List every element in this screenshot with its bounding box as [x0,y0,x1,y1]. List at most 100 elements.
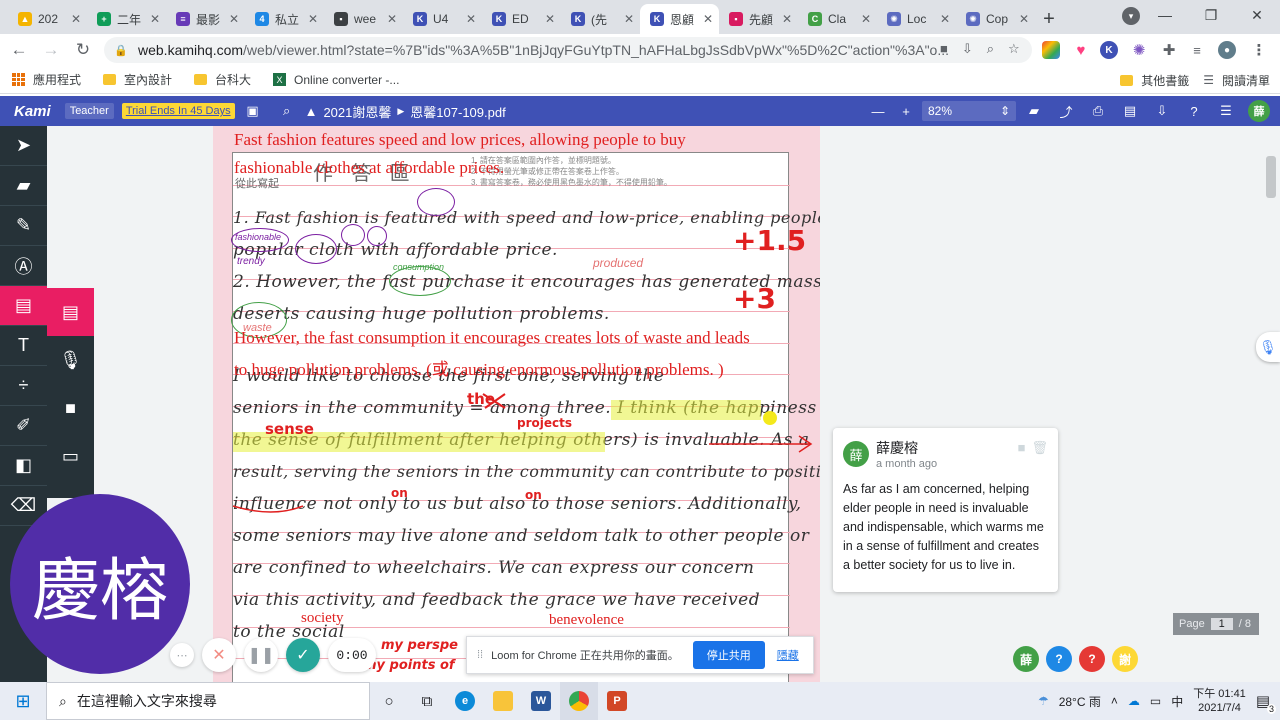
chrome-icon[interactable] [560,682,598,720]
search-icon[interactable]: ⌕ [987,41,994,57]
browser-tab[interactable]: + 二年 ✕ [87,4,166,34]
taskbar-search[interactable]: ⌕ 在這裡輸入文字來搜尋 [46,682,370,720]
breadcrumb-folder[interactable]: 2021謝恩馨 [323,102,391,121]
pause-icon[interactable]: ❚❚ [244,638,278,672]
close-icon[interactable]: ✕ [1234,0,1280,30]
back-icon[interactable]: ← [6,37,32,63]
forward-icon[interactable]: → [38,37,64,63]
text-markup-tool-icon[interactable]: Ⓐ [0,246,47,286]
equation-tool-icon[interactable]: ÷ [0,366,47,406]
cancel-recording-icon[interactable]: ✕ [202,638,236,672]
powerpoint-icon[interactable]: P [598,682,636,720]
bookmark-folder-interior[interactable]: 室內設計 [103,71,172,88]
reading-list[interactable]: ☰ 閱讀清單 [1203,72,1270,89]
share-icon[interactable]: ⤴ [1056,101,1076,121]
collaborator-avatar[interactable]: ? [1046,646,1072,672]
extension-loom-icon[interactable]: ✺ [1130,41,1148,59]
tab-close-icon[interactable]: ✕ [782,12,792,26]
camera-icon[interactable]: ■ [940,41,948,57]
bookmark-star-icon[interactable]: ☆ [1008,41,1020,57]
browser-tab[interactable]: ≡ 最影 ✕ [166,4,245,34]
chevron-up-icon[interactable]: ˄ [1111,694,1118,708]
zoom-out-icon[interactable]: — [868,101,888,121]
comment-tool-icon[interactable]: ▤ [0,286,47,326]
browser-tab[interactable]: K ED ✕ [482,4,561,34]
bookmark-online-converter[interactable]: X Online converter -... [273,73,399,87]
clock[interactable]: 下午 01:41 2021/7/4 [1193,687,1246,715]
onedrive-icon[interactable]: ☁ [1128,694,1140,708]
breadcrumb-file[interactable]: 恩馨107-109.pdf [410,102,505,121]
edit-icon[interactable]: ■ [1018,440,1026,456]
browser-tab[interactable]: ✺ Loc ✕ [877,4,956,34]
install-icon[interactable]: ⇩ [962,41,973,57]
tab-close-icon[interactable]: ✕ [71,12,81,26]
browser-tab[interactable]: K U4 ✕ [403,4,482,34]
search-icon[interactable]: ⌕ [277,101,297,121]
tab-close-icon[interactable]: ✕ [229,12,239,26]
minimize-icon[interactable]: — [1142,0,1188,30]
edge-icon[interactable]: e [446,682,484,720]
presenter-bubble[interactable]: 慶榕 [10,494,190,674]
sidebar-toggle-icon[interactable]: ▣ [243,101,263,121]
extension-kami-icon[interactable]: K [1100,41,1118,59]
word-icon[interactable]: W [522,682,560,720]
dictionary-tool-icon[interactable]: ▰ [0,166,47,206]
download-icon[interactable]: ⇩ [1152,101,1172,121]
hide-link[interactable]: 隱藏 [777,647,799,663]
tab-close-icon[interactable]: ✕ [545,12,555,26]
browser-tab[interactable]: ✺ Cop ✕ [956,4,1035,34]
browser-tab[interactable]: 4 私立 ✕ [245,4,324,34]
url-field[interactable]: 🔒 web.kamihq.com/web/viewer.html?state=%… [104,37,1032,63]
more-icon[interactable]: ⋯ [170,643,194,667]
network-icon[interactable]: ▭ [1150,694,1161,708]
trial-link[interactable]: Trial Ends In 45 Days [121,103,235,119]
bookmark-other[interactable]: 其他書籤 [1120,72,1189,89]
menu-kebab-icon[interactable]: ⋮ [1250,41,1268,59]
screen-comment-icon[interactable]: ▭ [47,432,94,480]
restore-icon[interactable]: ❐ [1188,0,1234,30]
profile-avatar[interactable]: ● [1218,41,1236,59]
media-icon[interactable]: ≡ [1188,41,1206,59]
text-tool-icon[interactable]: T [0,326,47,366]
bookmark-apps[interactable]: 應用程式 [12,71,81,88]
collaborator-avatar[interactable]: 謝 [1112,646,1138,672]
page-input[interactable]: 1 [1210,618,1233,630]
tab-search-icon[interactable]: ▾ [1122,7,1140,25]
browser-tab[interactable]: C Cla ✕ [798,4,877,34]
tab-close-icon[interactable]: ✕ [466,12,476,26]
extension-rainbow-icon[interactable] [1042,41,1060,59]
tab-close-icon[interactable]: ✕ [940,12,950,26]
cortana-icon[interactable]: ○ [370,682,408,720]
print-icon[interactable]: ⎙ [1088,101,1108,121]
folder-open-icon[interactable]: ▰ [1024,101,1044,121]
collaborator-avatar[interactable]: ? [1079,646,1105,672]
browser-tab[interactable]: ▪ 先顧 ✕ [719,4,798,34]
windows-start-icon[interactable]: ⊞ [0,682,46,720]
shapes-tool-icon[interactable]: ◧ [0,446,47,486]
drawing-tool-icon[interactable]: ✐ [0,406,47,446]
tab-close-icon[interactable]: ✕ [624,12,634,26]
tab-close-icon[interactable]: ✕ [150,12,160,26]
user-avatar[interactable]: 薛 [1248,100,1270,122]
pdf-page[interactable]: 作 答 區 從此寫起 1. 請在答案區範圍內作答，並標明題號。 2. 不得用螢光… [213,126,820,682]
browser-tab[interactable]: K (先 ✕ [561,4,640,34]
tab-close-icon[interactable]: ✕ [703,12,713,26]
browser-tab[interactable]: ▪ wee ✕ [324,4,403,34]
ime-indicator[interactable]: 中 [1171,693,1183,710]
notification-icon[interactable]: ▤ 3 [1256,692,1276,714]
trash-icon[interactable]: 🗑 [1031,440,1048,456]
collaborator-avatar[interactable]: 薛 [1013,646,1039,672]
extension-heart-icon[interactable]: ♥ [1072,41,1090,59]
comment-card[interactable]: 薛 薛慶榕 a month ago ■ 🗑 As far as I am con… [833,428,1058,592]
reload-icon[interactable]: ↻ [70,37,96,63]
zoom-in-icon[interactable]: + [896,101,916,121]
scrollbar-thumb[interactable] [1266,156,1276,198]
browser-tab[interactable]: K 恩顧 ✕ [640,4,719,34]
voice-input-icon[interactable]: 🎙 [1256,332,1280,362]
task-view-icon[interactable]: ⧉ [408,682,446,720]
bookmark-folder-ntust[interactable]: 台科大 [194,71,251,88]
tab-close-icon[interactable]: ✕ [387,12,397,26]
video-comment-icon[interactable]: ■ [47,384,94,432]
extensions-puzzle-icon[interactable]: ✚ [1160,41,1178,59]
weather-text[interactable]: 28°C 雨 [1059,693,1101,710]
